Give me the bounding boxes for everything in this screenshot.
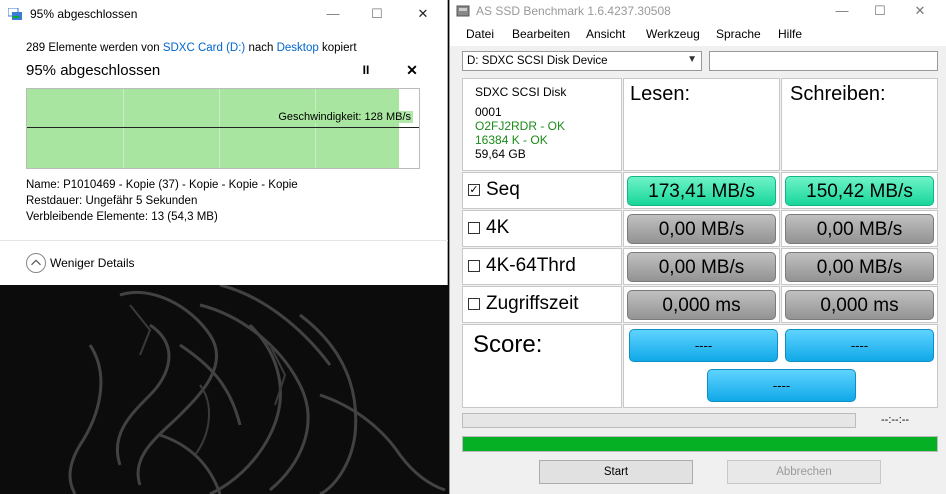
drive-select[interactable]: D: SDXC SCSI Disk Device ▼ xyxy=(462,51,702,71)
capacity: 59,64 GB xyxy=(475,147,526,161)
overall-progress-bar xyxy=(462,436,938,452)
graph-progress-fill xyxy=(27,89,400,168)
summary-prefix: 289 Elemente werden von xyxy=(26,42,160,54)
seq-read-cell: 173,41 MB/s xyxy=(623,172,780,209)
remaining-items-line: Verbleibende Elemente: 13 (54,3 MB) xyxy=(26,211,218,223)
score-label-cell: Score: xyxy=(462,324,622,408)
score-write: ---- xyxy=(785,329,934,362)
graph-speed-line xyxy=(27,127,419,128)
drive-info-field[interactable] xyxy=(709,51,938,71)
row-access-time: Zugriffszeit xyxy=(462,286,622,323)
minimize-button[interactable]: — xyxy=(827,1,857,21)
start-button[interactable]: Start xyxy=(539,460,693,484)
seq-label: Seq xyxy=(486,179,520,200)
destination-link[interactable]: Desktop xyxy=(277,42,319,54)
score-read: ---- xyxy=(629,329,778,362)
disk-icon xyxy=(456,5,470,17)
minimize-button[interactable]: — xyxy=(318,4,348,24)
score-values-cell: ---- ---- ---- xyxy=(623,324,938,408)
file-name-line: Name: P1010469 - Kopie (37) - Kopie - Ko… xyxy=(26,179,298,191)
time-readout: --:--:-- xyxy=(881,414,910,426)
write-header-cell: Schreiben: xyxy=(781,78,938,171)
benchmark-panel: SDXC SCSI Disk 0001 O2FJ2RDR - OK 16384 … xyxy=(462,78,938,408)
drive-select-value: D: SDXC SCSI Disk Device xyxy=(467,55,608,67)
close-button[interactable]: ✕ xyxy=(905,1,935,21)
speed-graph: Geschwindigkeit: 128 MB/s xyxy=(26,88,420,169)
desktop-wallpaper xyxy=(0,285,449,494)
copy-dialog: 95% abgeschlossen — ☐ ✕ 289 Elemente wer… xyxy=(0,0,448,285)
ssd-titlebar: AS SSD Benchmark 1.6.4237.30508 — ☐ ✕ xyxy=(450,0,946,22)
divider xyxy=(0,240,448,241)
4k-64thrd-read-result: 0,00 MB/s xyxy=(627,252,776,282)
ssd-window-title: AS SSD Benchmark 1.6.4237.30508 xyxy=(476,4,671,18)
menu-hilfe[interactable]: Hilfe xyxy=(778,27,802,41)
4k-label: 4K xyxy=(486,217,510,238)
menu-datei[interactable]: Datei xyxy=(466,27,494,41)
speed-label: Geschwindigkeit: 128 MB/s xyxy=(276,111,413,123)
row-seq: ✓ Seq xyxy=(462,172,622,209)
4k-64thrd-checkbox[interactable] xyxy=(468,260,480,272)
4k-64thrd-write-cell: 0,00 MB/s xyxy=(781,248,938,285)
drive-name: SDXC SCSI Disk xyxy=(475,85,567,99)
chevron-up-icon xyxy=(26,253,46,273)
copy-summary: 289 Elemente werden von SDXC Card (D:) n… xyxy=(26,42,357,54)
copy-window-title: 95% abgeschlossen xyxy=(30,7,138,21)
4k-read-cell: 0,00 MB/s xyxy=(623,210,780,247)
menu-sprache[interactable]: Sprache xyxy=(716,27,761,41)
abort-button[interactable]: Abbrechen xyxy=(727,460,881,484)
seq-checkbox[interactable]: ✓ xyxy=(468,184,480,196)
copy-titlebar: 95% abgeschlossen — ☐ ✕ xyxy=(0,0,448,28)
row-4k: 4K xyxy=(462,210,622,247)
less-details-label: Weniger Details xyxy=(50,256,135,270)
percent-complete: 95% abgeschlossen xyxy=(26,62,161,79)
access-write-cell: 0,000 ms xyxy=(781,286,938,323)
access-read-result: 0,000 ms xyxy=(627,290,776,320)
read-header: Lesen: xyxy=(630,83,691,105)
4k-write-cell: 0,00 MB/s xyxy=(781,210,938,247)
summary-middle: nach xyxy=(248,42,274,54)
write-header: Schreiben: xyxy=(790,83,886,105)
remaining-time-line: Restdauer: Ungefähr 5 Sekunden xyxy=(26,195,198,207)
access-time-label: Zugriffszeit xyxy=(486,293,579,314)
firmware: 0001 xyxy=(475,105,502,119)
seq-write-cell: 150,42 MB/s xyxy=(781,172,938,209)
chevron-down-icon: ▼ xyxy=(687,54,697,65)
read-header-cell: Lesen: xyxy=(623,78,780,171)
score-total: ---- xyxy=(707,369,856,402)
overall-progress-fill xyxy=(463,437,937,451)
copy-progress-icon xyxy=(8,8,22,20)
4k-read-result: 0,00 MB/s xyxy=(627,214,776,244)
access-time-checkbox[interactable] xyxy=(468,298,480,310)
as-ssd-window: AS SSD Benchmark 1.6.4237.30508 — ☐ ✕ Da… xyxy=(449,0,946,494)
drive-info-cell: SDXC SCSI Disk 0001 O2FJ2RDR - OK 16384 … xyxy=(462,78,622,171)
4k-checkbox[interactable] xyxy=(468,222,480,234)
menu-bar: Datei Bearbeiten Ansicht Werkzeug Sprach… xyxy=(450,22,946,46)
menu-werkzeug[interactable]: Werkzeug xyxy=(646,27,700,41)
wallpaper-sketch xyxy=(68,285,446,494)
access-write-result: 0,000 ms xyxy=(785,290,934,320)
4k-64thrd-read-cell: 0,00 MB/s xyxy=(623,248,780,285)
driver-status: O2FJ2RDR - OK xyxy=(475,119,566,133)
seq-write-result: 150,42 MB/s xyxy=(785,176,934,206)
seq-read-result: 173,41 MB/s xyxy=(627,176,776,206)
cancel-button[interactable]: ✕ xyxy=(403,62,421,80)
test-progress-bar xyxy=(462,413,856,428)
access-read-cell: 0,000 ms xyxy=(623,286,780,323)
4k-64thrd-label: 4K-64Thrd xyxy=(486,255,576,276)
score-label: Score: xyxy=(473,331,543,358)
alignment-status: 16384 K - OK xyxy=(475,133,548,147)
source-link[interactable]: SDXC Card (D:) xyxy=(163,42,245,54)
pause-button[interactable]: II xyxy=(357,63,375,81)
close-button[interactable]: ✕ xyxy=(408,4,438,24)
summary-suffix: kopiert xyxy=(322,42,357,54)
maximize-button[interactable]: ☐ xyxy=(865,1,895,21)
maximize-button[interactable]: ☐ xyxy=(362,4,392,24)
4k-64thrd-write-result: 0,00 MB/s xyxy=(785,252,934,282)
menu-ansicht[interactable]: Ansicht xyxy=(586,27,625,41)
menu-bearbeiten[interactable]: Bearbeiten xyxy=(512,27,570,41)
row-4k-64thrd: 4K-64Thrd xyxy=(462,248,622,285)
4k-write-result: 0,00 MB/s xyxy=(785,214,934,244)
